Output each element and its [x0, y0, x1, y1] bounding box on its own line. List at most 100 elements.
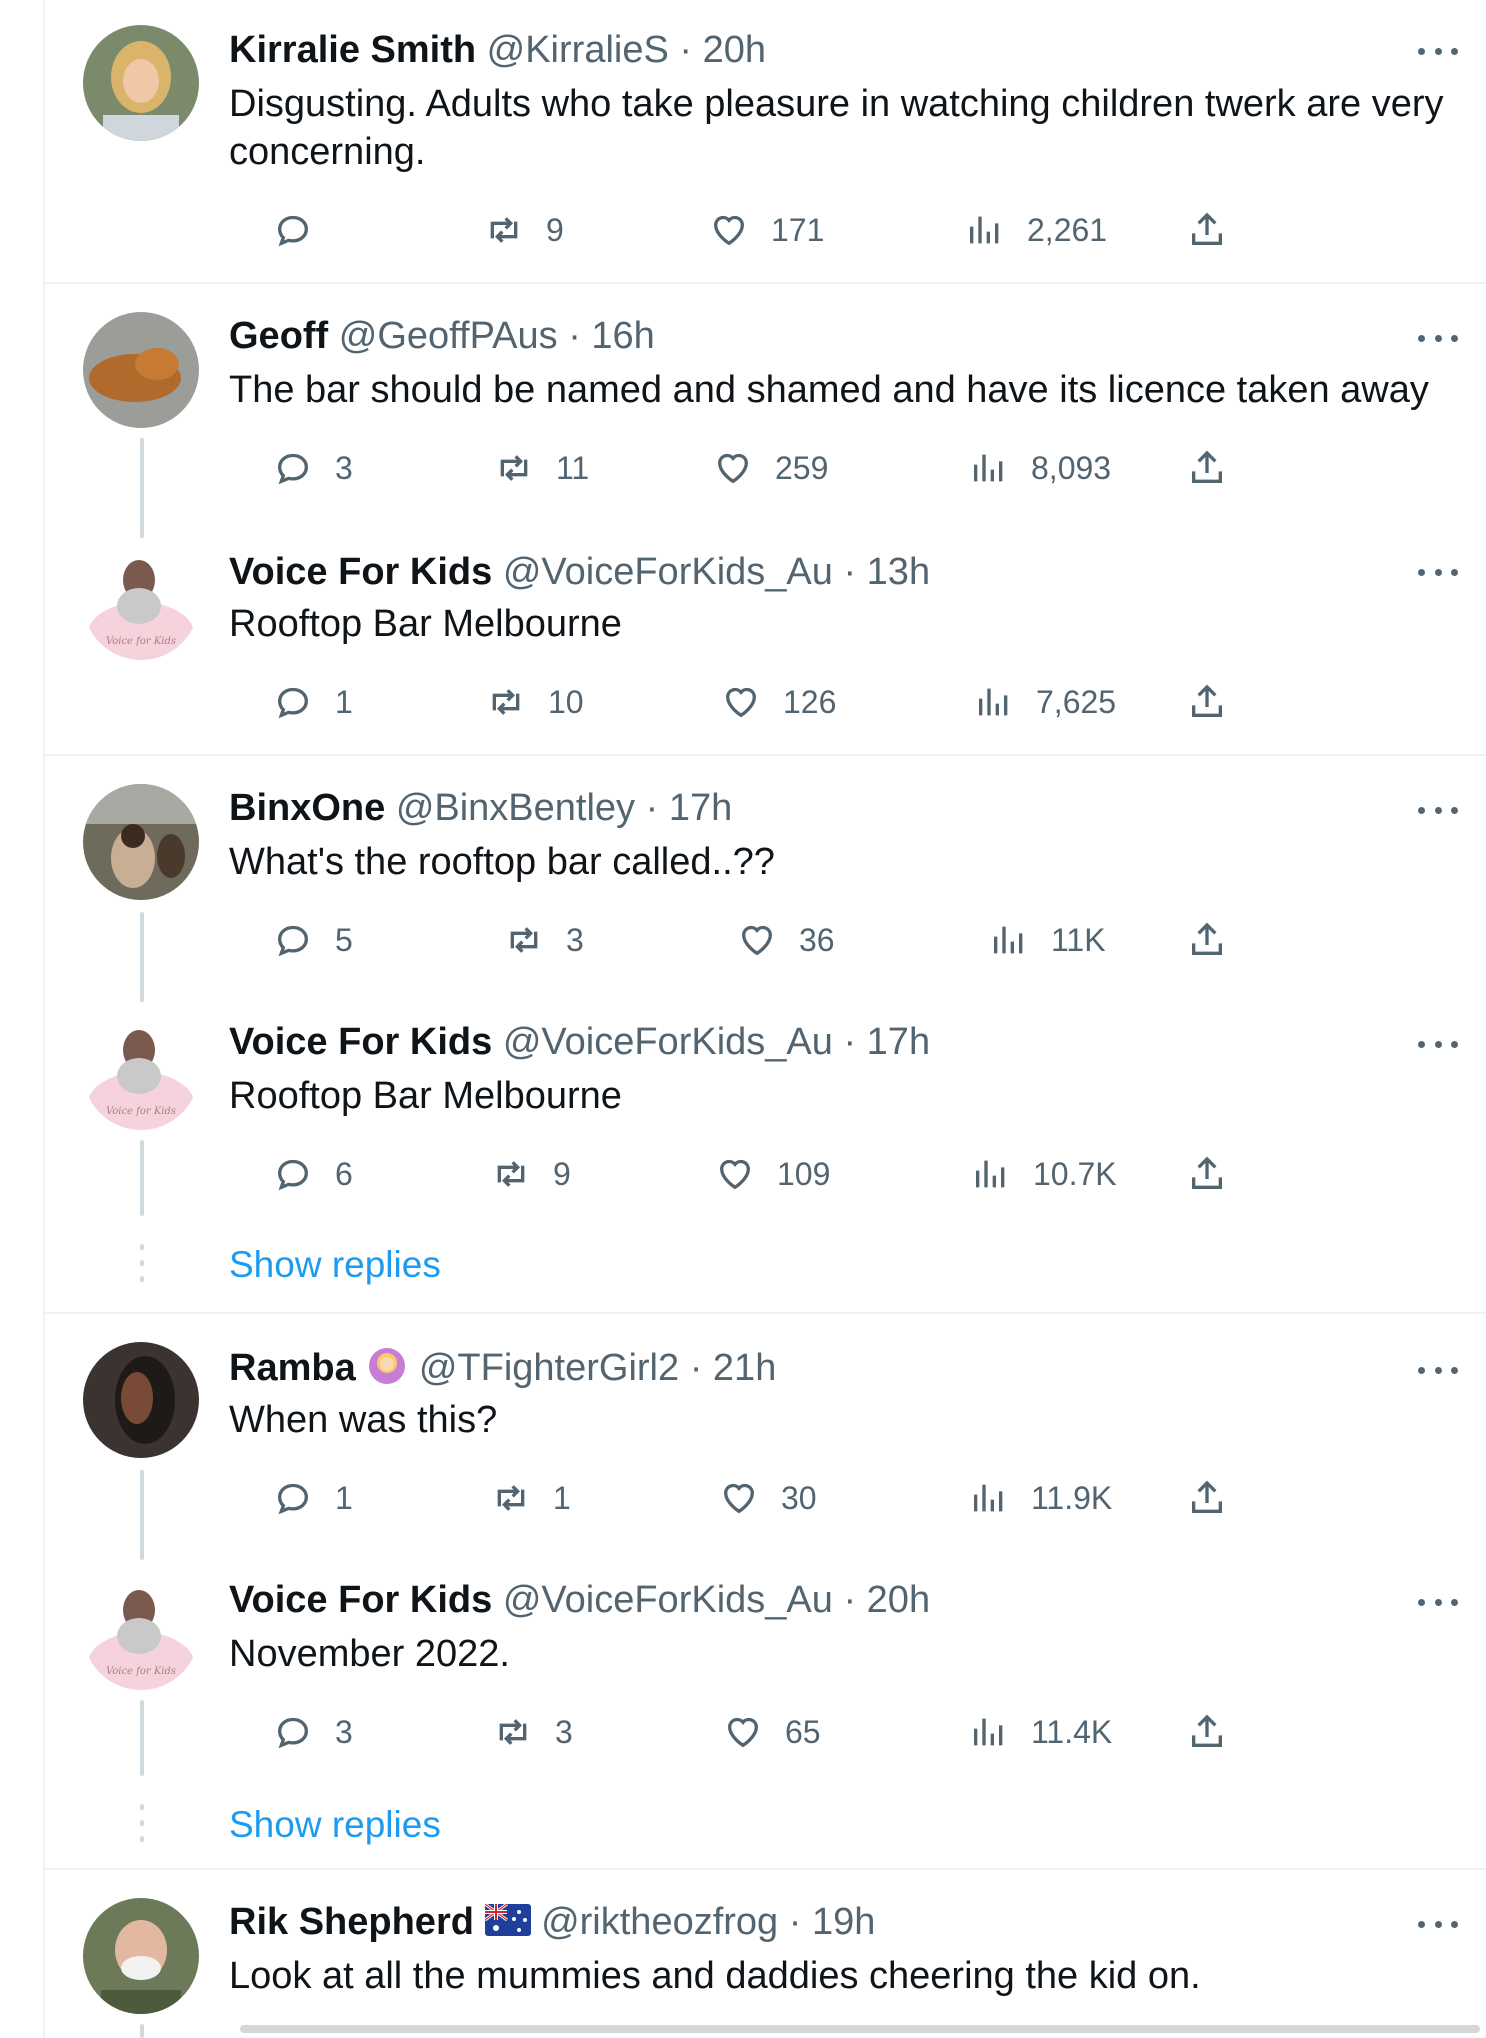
heart-icon [727, 1717, 759, 1748]
timestamp[interactable]: 20h [703, 29, 766, 71]
like-button[interactable]: 171 [709, 208, 824, 252]
username[interactable]: @KirralieS [487, 29, 669, 71]
timestamp[interactable]: 20h [867, 1579, 930, 1621]
avatar[interactable] [83, 1342, 199, 1458]
timestamp[interactable]: 13h [867, 551, 930, 593]
avatar[interactable] [83, 1898, 199, 2014]
username[interactable]: @VoiceForKids_Au [503, 1579, 833, 1621]
share-button[interactable] [1187, 918, 1249, 962]
retweet-button[interactable]: 1 [491, 1476, 571, 1520]
display-name[interactable]: Ramba [229, 1347, 356, 1389]
retweet-button[interactable]: 11 [494, 446, 589, 490]
like-button[interactable]: 65 [723, 1710, 821, 1754]
tweet-card[interactable]: Rik Shepherd @riktheozfrog · 19h Look at… [45, 1870, 1486, 2038]
timestamp[interactable]: 17h [867, 1021, 930, 1063]
timestamp[interactable]: 19h [812, 1901, 875, 1943]
horizontal-scrollbar[interactable] [240, 2025, 1480, 2033]
avatar[interactable]: Voice for Kids [83, 1014, 199, 1130]
views-button[interactable]: 11.9K [969, 1476, 1112, 1520]
reply-count: 3 [335, 449, 353, 486]
display-name[interactable]: Voice For Kids [229, 1021, 492, 1063]
avatar[interactable]: Voice for Kids [83, 1574, 199, 1690]
tweet-card[interactable]: Voice for Kids Voice For Kids @VoiceForK… [45, 990, 1486, 1310]
reply-button[interactable]: 5 [273, 918, 353, 962]
thread-ellipsis-connector [140, 1804, 144, 1852]
tweet-card[interactable]: Ramba @TFighterGirl2 · 21h When was this… [45, 1314, 1486, 1560]
like-count: 65 [785, 1713, 821, 1750]
like-button[interactable]: 259 [713, 446, 828, 490]
heart-icon [719, 1159, 751, 1190]
retweet-button[interactable]: 9 [491, 1152, 571, 1196]
views-button[interactable]: 11K [989, 918, 1106, 962]
views-button[interactable]: 11.4K [969, 1710, 1112, 1754]
username[interactable]: @VoiceForKids_Au [503, 1021, 833, 1063]
reply-button[interactable]: 1 [273, 680, 353, 724]
like-button[interactable]: 109 [715, 1152, 830, 1196]
display-name[interactable]: Geoff [229, 315, 328, 357]
tweet-card[interactable]: BinxOne @BinxBentley · 17h What's the ro… [45, 756, 1486, 1002]
reply-button[interactable]: 6 [273, 1152, 353, 1196]
more-options-icon[interactable] [1418, 45, 1458, 57]
share-button[interactable] [1187, 208, 1249, 252]
more-options-icon[interactable] [1418, 1038, 1458, 1050]
username[interactable]: @riktheozfrog [541, 1901, 778, 1943]
avatar[interactable] [83, 25, 199, 141]
share-button[interactable] [1187, 1710, 1249, 1754]
tweet-card[interactable]: Geoff @GeoffPAus · 16h The bar should be… [45, 288, 1486, 538]
views-button[interactable]: 7,625 [974, 680, 1116, 724]
display-name[interactable]: Kirralie Smith [229, 29, 476, 71]
like-button[interactable]: 36 [737, 918, 835, 962]
thread-connector [140, 1470, 144, 1560]
display-name[interactable]: Voice For Kids [229, 1579, 492, 1621]
retweet-button[interactable]: 3 [493, 1710, 573, 1754]
views-button[interactable]: 2,261 [965, 208, 1107, 252]
retweet-button[interactable]: 3 [504, 918, 584, 962]
share-button[interactable] [1187, 1152, 1249, 1196]
username[interactable]: @TFighterGirl2 [419, 1347, 679, 1389]
views-button[interactable]: 10.7K [971, 1152, 1117, 1196]
share-button[interactable] [1187, 1476, 1249, 1520]
timestamp[interactable]: 16h [591, 315, 654, 357]
share-icon [1192, 450, 1222, 483]
avatar[interactable] [83, 312, 199, 428]
retweet-count: 9 [553, 1155, 571, 1192]
tweet-card[interactable]: Voice for Kids Voice For Kids @VoiceForK… [45, 520, 1486, 752]
like-button[interactable]: 126 [721, 680, 836, 724]
tweet-actions: 6 9 109 10.7K [229, 1152, 1329, 1196]
avatar[interactable]: Voice for Kids [83, 544, 199, 660]
more-options-icon[interactable] [1418, 566, 1458, 578]
tweet-text: The bar should be named and shamed and h… [229, 369, 1429, 411]
share-button[interactable] [1187, 446, 1249, 490]
retweet-button[interactable]: 9 [484, 208, 564, 252]
show-replies-link[interactable]: Show replies [229, 1804, 441, 1846]
tweet-card[interactable]: Kirralie Smith @KirralieS · 20h Disgusti… [45, 0, 1486, 286]
retweet-button[interactable]: 10 [486, 680, 584, 724]
more-options-icon[interactable] [1418, 1596, 1458, 1608]
reply-button[interactable] [273, 208, 335, 252]
like-button[interactable]: 30 [719, 1476, 817, 1520]
more-options-icon[interactable] [1418, 804, 1458, 816]
display-name[interactable]: BinxOne [229, 787, 385, 829]
timestamp[interactable]: 21h [713, 1347, 776, 1389]
reply-button[interactable]: 3 [273, 446, 353, 490]
reply-button[interactable]: 3 [273, 1710, 353, 1754]
reply-count: 1 [335, 1479, 353, 1516]
display-name[interactable]: Voice For Kids [229, 551, 492, 593]
reply-button[interactable]: 1 [273, 1476, 353, 1520]
more-options-icon[interactable] [1418, 332, 1458, 344]
more-options-icon[interactable] [1418, 1364, 1458, 1376]
share-button[interactable] [1187, 680, 1249, 724]
view-count: 7,625 [1036, 683, 1117, 720]
like-count: 171 [771, 211, 825, 248]
avatar[interactable] [83, 784, 199, 900]
display-name[interactable]: Rik Shepherd [229, 1901, 474, 1943]
tweet-card[interactable]: Voice for Kids Voice For Kids @VoiceForK… [45, 1548, 1486, 1866]
views-chart-icon [976, 1160, 1005, 1188]
show-replies-link[interactable]: Show replies [229, 1244, 441, 1286]
username[interactable]: @BinxBentley [396, 787, 635, 829]
views-button[interactable]: 8,093 [969, 446, 1111, 490]
username[interactable]: @GeoffPAus [339, 315, 558, 357]
timestamp[interactable]: 17h [669, 787, 732, 829]
username[interactable]: @VoiceForKids_Au [503, 551, 833, 593]
more-options-icon[interactable] [1418, 1918, 1458, 1930]
